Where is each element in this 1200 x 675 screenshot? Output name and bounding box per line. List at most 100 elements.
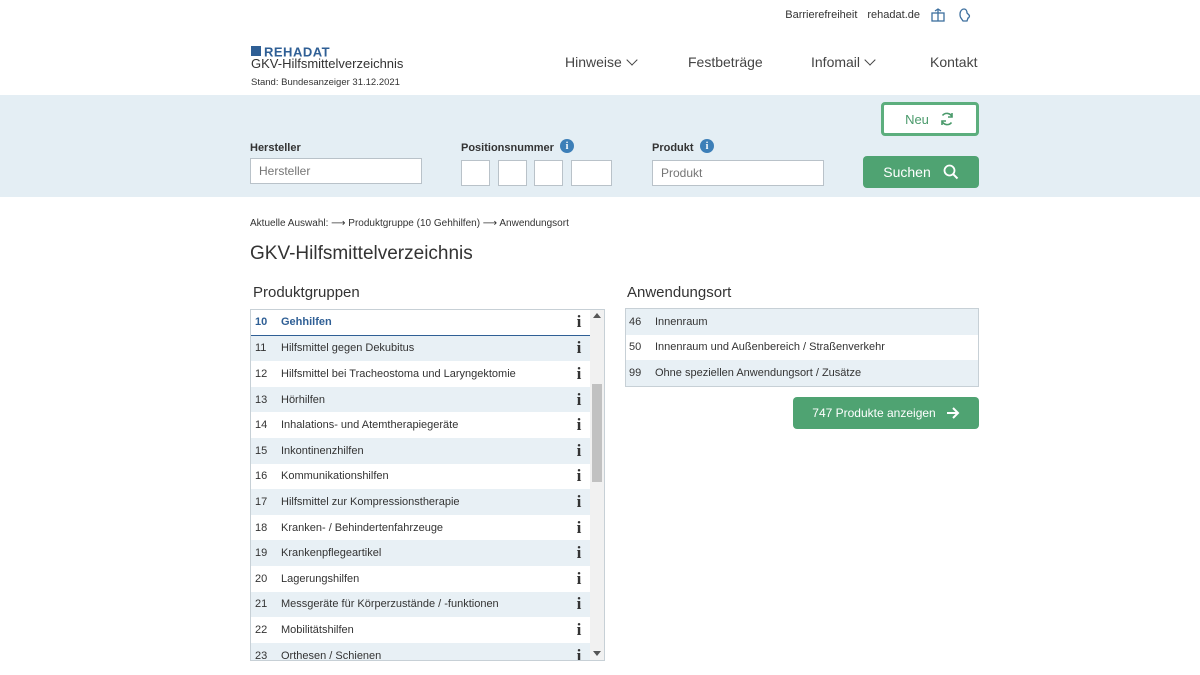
easy-language-icon[interactable] bbox=[956, 7, 972, 23]
list-item[interactable]: 18 Kranken- / Behindertenfahrzeuge i bbox=[251, 515, 591, 541]
info-icon[interactable]: i bbox=[571, 518, 587, 538]
accessibility-link[interactable]: Barrierefreiheit bbox=[785, 9, 857, 21]
nav-label: Hinweise bbox=[565, 54, 622, 70]
info-icon[interactable]: i bbox=[571, 594, 587, 614]
positionsnummer-label: Positionsnummer bbox=[461, 142, 554, 154]
produktgruppen-list[interactable]: 10 Gehhilfen i 11 Hilfsmittel gegen Dekubitu… bbox=[250, 309, 605, 661]
scroll-up-icon[interactable] bbox=[593, 313, 601, 318]
nav-festbetraege[interactable]: Festbeträge bbox=[688, 54, 763, 72]
list-item[interactable]: 22 Mobilitätshilfen i bbox=[251, 617, 591, 643]
list-item[interactable]: 20 Lagerungshilfen i bbox=[251, 566, 591, 592]
item-number: 18 bbox=[255, 521, 268, 534]
list-item[interactable]: 46 Innenraum bbox=[626, 309, 978, 335]
produktgruppen-items: 10 Gehhilfen i 11 Hilfsmittel gegen Dekubitu… bbox=[251, 310, 591, 661]
item-number: 50 bbox=[629, 341, 642, 354]
list-item[interactable]: 17 Hilfsmittel zur Kompressionstherapie i bbox=[251, 489, 591, 515]
rehadat-logo-icon bbox=[251, 45, 261, 56]
item-label: Gehhilfen bbox=[281, 316, 332, 329]
list-item[interactable]: 15 Inkontinenzhilfen i bbox=[251, 437, 591, 464]
page-title: GKV-Hilfsmittelverzeichnis bbox=[250, 243, 473, 264]
item-label: Hilfsmittel bei Tracheostoma und Larynge… bbox=[281, 367, 516, 380]
rehadat-link[interactable]: rehadat.de bbox=[867, 9, 920, 21]
hersteller-input[interactable] bbox=[250, 158, 422, 184]
scroll-down-icon[interactable] bbox=[593, 651, 601, 656]
list-item[interactable]: 19 Krankenpflegeartikel i bbox=[251, 540, 591, 566]
produkt-input[interactable] bbox=[652, 160, 824, 186]
refresh-icon bbox=[941, 112, 953, 126]
arrow-right-icon bbox=[946, 407, 960, 419]
nav-label: Kontakt bbox=[930, 54, 978, 70]
positionsnummer-info-icon[interactable]: i bbox=[560, 139, 574, 153]
item-number: 15 bbox=[255, 444, 268, 457]
utility-bar: Barrierefreiheit rehadat.de bbox=[785, 6, 972, 24]
produkt-info-icon[interactable]: i bbox=[700, 139, 714, 153]
info-icon[interactable]: i bbox=[571, 569, 587, 589]
info-icon[interactable]: i bbox=[571, 620, 587, 640]
list-item[interactable]: 14 Inhalations- und Atemtherapiegeräte i bbox=[251, 412, 591, 438]
chevron-down-icon bbox=[626, 54, 638, 66]
list-item[interactable]: 50 Innenraum und Außenbereich / Straßenve… bbox=[626, 335, 978, 361]
item-label: Hilfsmittel zur Kompressionstherapie bbox=[281, 495, 460, 508]
position-input-3[interactable] bbox=[534, 160, 563, 186]
show-products-button[interactable]: 747 Produkte anzeigen bbox=[793, 397, 979, 429]
nav-kontakt[interactable]: Kontakt bbox=[930, 54, 977, 72]
position-input-4[interactable] bbox=[571, 160, 612, 186]
nav-infomail[interactable]: Infomail bbox=[811, 54, 876, 72]
info-icon[interactable]: i bbox=[571, 312, 587, 332]
scroll-thumb[interactable] bbox=[592, 384, 602, 482]
chevron-down-icon bbox=[864, 54, 876, 66]
neu-label: Neu bbox=[905, 111, 929, 127]
item-label: Inkontinenzhilfen bbox=[281, 444, 364, 457]
item-number: 46 bbox=[629, 315, 642, 328]
item-label: Lagerungshilfen bbox=[281, 572, 360, 585]
list-item[interactable]: 21 Messgeräte für Körperzustände / -funkt… bbox=[251, 591, 591, 618]
item-number: 10 bbox=[255, 316, 268, 329]
info-icon[interactable]: i bbox=[571, 390, 587, 410]
item-number: 17 bbox=[255, 495, 268, 508]
list-item-selected[interactable]: 10 Gehhilfen i bbox=[251, 310, 591, 336]
sign-language-icon[interactable] bbox=[930, 7, 946, 23]
item-label: Innenraum und Außenbereich / Straßenverk… bbox=[655, 341, 885, 354]
nav-hinweise[interactable]: Hinweise bbox=[565, 54, 638, 72]
item-label: Hilfsmittel gegen Dekubitus bbox=[281, 342, 415, 355]
list-item[interactable]: 23 Orthesen / Schienen i bbox=[251, 642, 591, 661]
info-icon[interactable]: i bbox=[571, 646, 587, 660]
item-label: Innenraum bbox=[655, 315, 708, 328]
produkt-label: Produkt bbox=[652, 142, 694, 154]
list-item[interactable]: 16 Kommunikationshilfen i bbox=[251, 464, 591, 490]
list-item[interactable]: 11 Hilfsmittel gegen Dekubitus i bbox=[251, 335, 591, 362]
item-label: Messgeräte für Körperzustände / -funktio… bbox=[281, 598, 499, 611]
produktgruppen-heading: Produktgruppen bbox=[253, 284, 360, 301]
position-input-1[interactable] bbox=[461, 160, 490, 186]
info-icon[interactable]: i bbox=[571, 415, 587, 435]
breadcrumb: Aktuelle Auswahl: ⟶ Produktgruppe (10 Ge… bbox=[250, 218, 569, 229]
nav-label: Infomail bbox=[811, 54, 861, 70]
list-item[interactable]: 99 Ohne speziellen Anwendungsort / Zusätz… bbox=[626, 360, 978, 386]
info-icon[interactable]: i bbox=[571, 543, 587, 563]
item-label: Krankenpflegeartikel bbox=[281, 547, 382, 560]
item-number: 19 bbox=[255, 547, 268, 560]
item-number: 14 bbox=[255, 419, 268, 432]
item-number: 22 bbox=[255, 623, 268, 636]
info-icon[interactable]: i bbox=[571, 338, 587, 358]
list-item[interactable]: 12 Hilfsmittel bei Tracheostoma und Laryn… bbox=[251, 361, 591, 387]
item-number: 11 bbox=[255, 342, 267, 355]
item-number: 21 bbox=[255, 598, 268, 611]
info-icon[interactable]: i bbox=[571, 466, 587, 486]
logo-stand-date: Stand: Bundesanzeiger 31.12.2021 bbox=[251, 77, 400, 88]
item-number: 20 bbox=[255, 572, 268, 585]
item-label: Mobilitätshilfen bbox=[281, 623, 354, 636]
item-label: Orthesen / Schienen bbox=[281, 649, 382, 661]
anwendungsort-list: 46 Innenraum 50 Innenraum und Außenbereich … bbox=[625, 308, 979, 387]
info-icon[interactable]: i bbox=[571, 364, 587, 384]
show-products-label: 747 Produkte anzeigen bbox=[812, 406, 936, 420]
position-input-2[interactable] bbox=[498, 160, 527, 186]
item-number: 23 bbox=[255, 649, 268, 661]
info-icon[interactable]: i bbox=[571, 441, 587, 461]
item-label: Ohne speziellen Anwendungsort / Zusätze bbox=[655, 366, 862, 379]
suchen-button[interactable]: Suchen bbox=[863, 156, 979, 188]
neu-button[interactable]: Neu bbox=[881, 102, 979, 136]
info-icon[interactable]: i bbox=[571, 492, 587, 512]
list-scrollbar[interactable] bbox=[590, 310, 604, 660]
list-item[interactable]: 13 Hörhilfen i bbox=[251, 386, 591, 413]
